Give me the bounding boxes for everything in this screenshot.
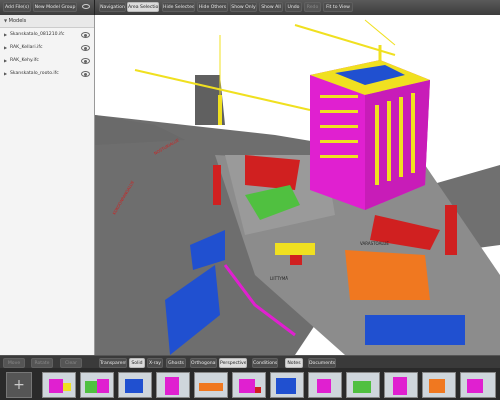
viewpoint-thumbnail[interactable]: [270, 372, 304, 398]
eye-icon[interactable]: [81, 45, 90, 51]
show-only-button[interactable]: Show Only: [230, 2, 257, 12]
area-selection-button[interactable]: Area Selection: [127, 2, 159, 12]
red-container: [445, 205, 457, 255]
expand-triangle-icon: ▶: [4, 45, 8, 50]
viewpoint-thumbnail[interactable]: [156, 372, 190, 398]
expand-triangle-icon: ▶: [4, 32, 8, 37]
viewpoint-thumbnail[interactable]: [118, 372, 152, 398]
model-item[interactable]: ▶ Skanskatalo_rooto.ifc: [0, 67, 94, 80]
notes-button[interactable]: Notes: [285, 358, 303, 368]
3d-viewport[interactable]: VARASTOALUE KOKOONPANOALUE NOSTURIALUE L…: [95, 15, 500, 355]
viewpoint-thumbnail[interactable]: [346, 372, 380, 398]
ramp-label: LIITTYMÄ: [270, 276, 288, 281]
ghosts-button[interactable]: Ghosts: [166, 358, 186, 368]
clear-button[interactable]: Clear: [60, 358, 82, 368]
collapse-triangle-icon: ▼: [4, 18, 8, 23]
yellow-fence: [275, 243, 315, 255]
new-model-group-button[interactable]: New Model Group: [33, 2, 77, 12]
hide-others-button[interactable]: Hide Others: [197, 2, 228, 12]
add-viewpoint-button[interactable]: +: [6, 372, 32, 398]
3d-scene[interactable]: VARASTOALUE KOKOONPANOALUE NOSTURIALUE L…: [95, 15, 500, 355]
viewpoint-thumbnail[interactable]: [42, 372, 76, 398]
viewpoint-thumbnail[interactable]: [308, 372, 342, 398]
viewpoint-thumbnail[interactable]: [460, 372, 496, 398]
red-zone: [245, 155, 300, 190]
model-label: Skanskatalo_081210.ifc: [10, 32, 65, 37]
model-label: Skanskatalo_rooto.ifc: [10, 71, 59, 76]
model-item[interactable]: ▶ RAK_Kehy.ifc: [0, 54, 94, 67]
model-item[interactable]: ▶ Skanskatalo_081210.ifc: [0, 28, 94, 41]
crane-cable: [364, 19, 396, 46]
expand-triangle-icon: ▶: [4, 71, 8, 76]
transparent-button[interactable]: Transparent: [99, 358, 127, 368]
eye-icon[interactable]: [81, 58, 90, 64]
viewpoint-thumbnail[interactable]: [232, 372, 266, 398]
models-title: Models: [8, 18, 27, 24]
model-toolbar: Add File(s) New Model Group: [0, 0, 95, 15]
viewpoint-thumbnail[interactable]: [422, 372, 456, 398]
redo-button[interactable]: Redo: [304, 2, 321, 12]
model-tree-panel: ▼ Models ▶ Skanskatalo_081210.ifc ▶ RAK_…: [0, 15, 95, 355]
red-container: [213, 165, 221, 205]
navigation-button[interactable]: Navigation: [99, 2, 126, 12]
documents-button[interactable]: Documents: [308, 358, 336, 368]
viewpoint-thumbnail[interactable]: [194, 372, 228, 398]
site-label: VARASTOALUE: [360, 241, 389, 246]
show-all-button[interactable]: Show All: [259, 2, 283, 12]
expand-triangle-icon: ▶: [4, 58, 8, 63]
viewpoint-thumbnail[interactable]: [384, 372, 418, 398]
undo-button[interactable]: Undo: [285, 2, 302, 12]
rotate-button[interactable]: Rotate: [31, 358, 53, 368]
perspective-button[interactable]: Perspective: [219, 358, 247, 368]
viewpoint-thumbnail[interactable]: [80, 372, 114, 398]
xray-button[interactable]: X-ray: [147, 358, 163, 368]
orange-storage-area: [345, 250, 430, 300]
eye-icon[interactable]: [81, 71, 90, 77]
viewpoint-thumbnails: +: [0, 368, 500, 400]
red-marker: [290, 255, 302, 265]
model-label: RAK_Kehy.ifc: [10, 58, 39, 63]
eye-icon[interactable]: [81, 32, 90, 38]
blue-container: [365, 315, 465, 345]
model-item[interactable]: ▶ RAK_Kellari.ifc: [0, 41, 94, 54]
solid-button[interactable]: Solid: [129, 358, 145, 368]
orthogonal-button[interactable]: Orthogonal: [190, 358, 217, 368]
view-options-bar: Move Rotate Clear Transparent Solid X-ra…: [0, 355, 500, 368]
visibility-eye-icon[interactable]: [82, 4, 90, 9]
add-files-button[interactable]: Add File(s): [3, 2, 31, 12]
model-label: RAK_Kellari.ifc: [10, 45, 43, 50]
fit-to-view-button[interactable]: Fit to View: [323, 2, 353, 12]
hide-selected-button[interactable]: Hide Selected: [162, 2, 195, 12]
crane-jib: [294, 24, 396, 56]
conditions-button[interactable]: Conditions: [252, 358, 278, 368]
models-header[interactable]: ▼ Models: [0, 15, 94, 28]
move-button[interactable]: Move: [3, 358, 25, 368]
